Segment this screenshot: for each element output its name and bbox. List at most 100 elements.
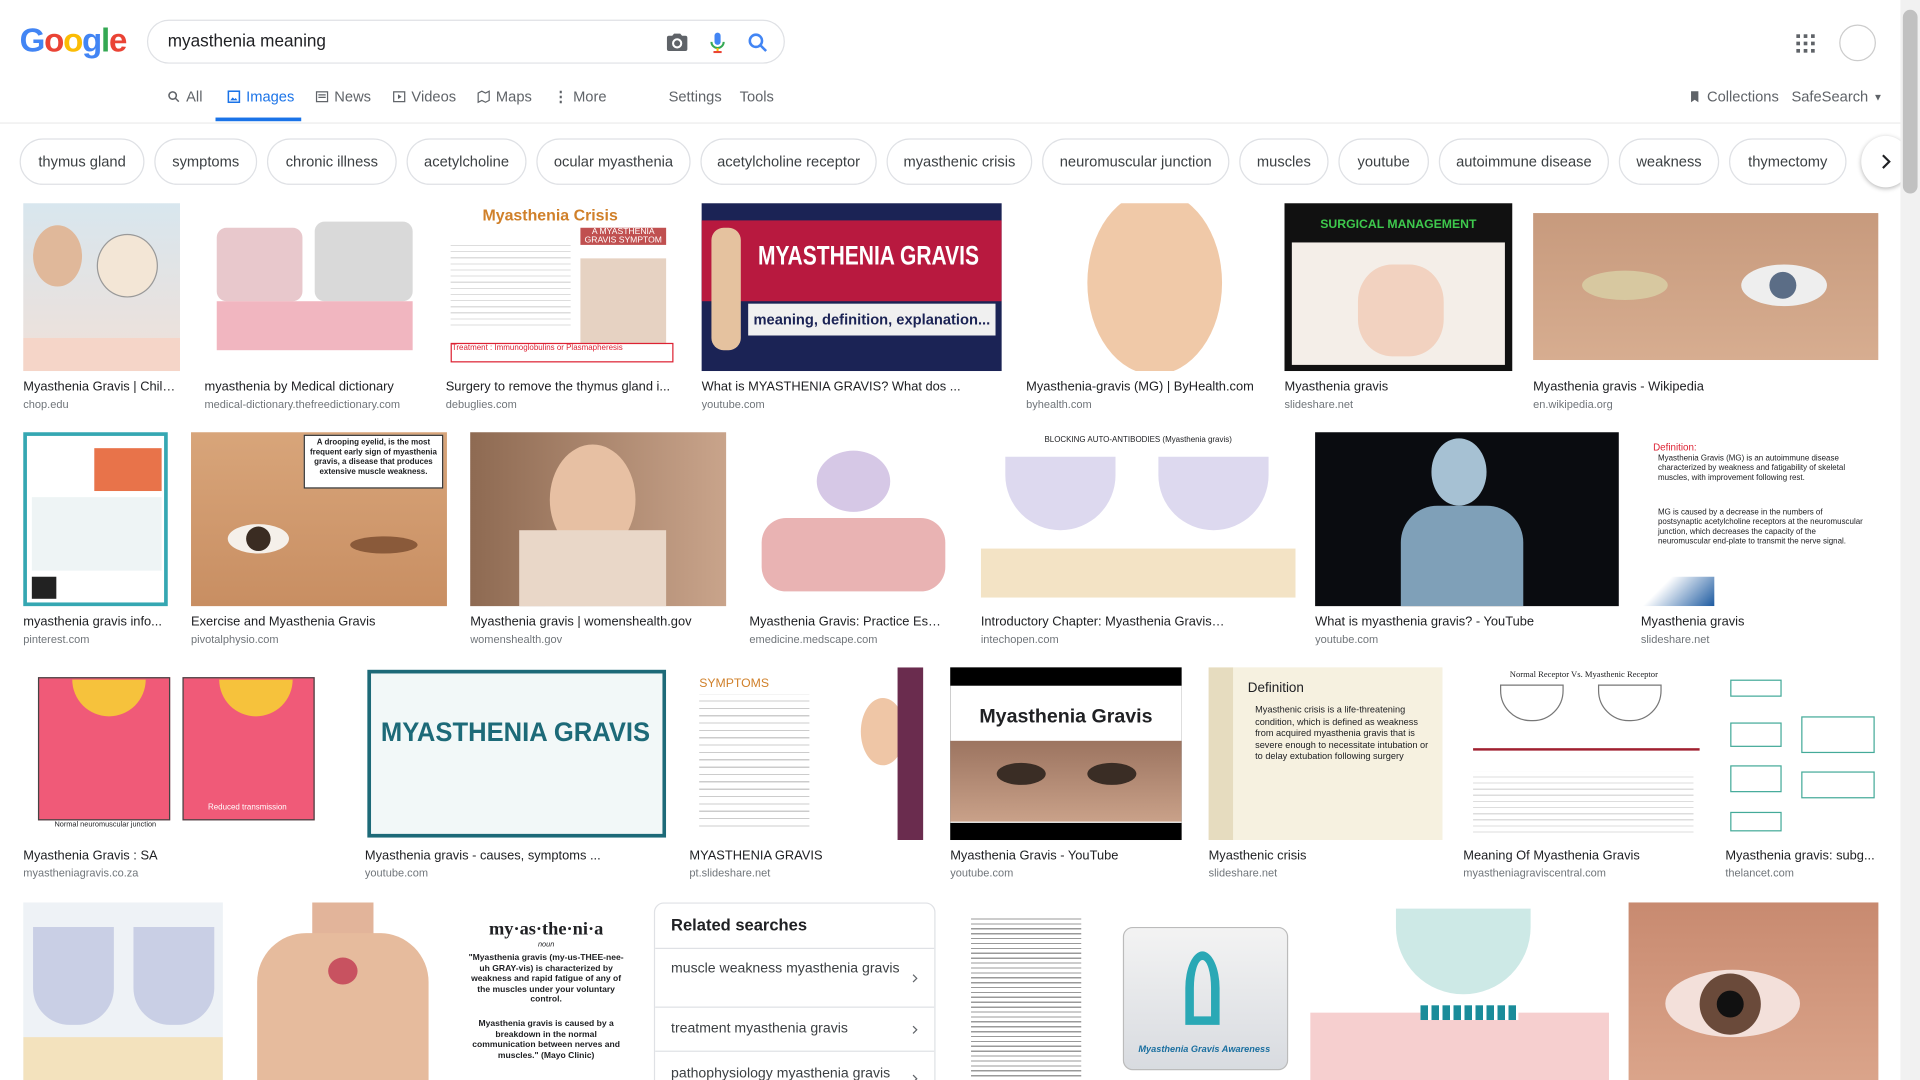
result-title[interactable]: Myasthenia gravis: subg... — [1725, 849, 1878, 864]
image-result[interactable] — [244, 902, 438, 1080]
result-thumbnail[interactable]: Myasthenia Gravis — [950, 667, 1182, 841]
page-scrollbar[interactable] — [1900, 0, 1920, 1080]
image-result[interactable]: Myasthenia gravis - Wikipedia en.wikiped… — [1533, 203, 1879, 417]
result-title[interactable]: Myasthenic crisis — [1209, 849, 1443, 864]
result-thumbnail[interactable] — [1533, 203, 1879, 372]
result-thumbnail[interactable] — [23, 203, 181, 372]
chip[interactable]: myasthenic crisis — [886, 138, 1033, 185]
tab-news[interactable]: News — [315, 88, 371, 105]
safesearch-button[interactable]: SafeSearch ▼ — [1791, 88, 1882, 105]
image-result[interactable]: Myasthenia Gravis: Practice Esse... emed… — [749, 432, 962, 652]
result-title[interactable]: Myasthenia-gravis (MG) | ByHealth.com — [1026, 380, 1261, 395]
image-result[interactable]: MYASTHENIA GRAVIS meaning, definition, e… — [701, 203, 1002, 417]
result-thumbnail[interactable]: SURGICAL MANAGEMENT — [1284, 203, 1513, 372]
result-thumbnail[interactable] — [1628, 902, 1879, 1080]
result-thumbnail[interactable] — [204, 203, 427, 372]
result-thumbnail[interactable]: Normal neuromuscular junction Reduced tr… — [23, 667, 341, 841]
image-result[interactable]: Myasthenia Gravis Awareness — [1117, 902, 1291, 1080]
result-thumbnail[interactable] — [23, 902, 223, 1080]
result-title[interactable]: Exercise and Myasthenia Gravis — [191, 615, 447, 630]
result-title[interactable]: What is myasthenia gravis? - YouTube — [1315, 615, 1619, 630]
result-title[interactable]: Myasthenia Gravis - YouTube — [950, 849, 1181, 864]
chip[interactable]: weakness — [1618, 138, 1720, 185]
related-search-item[interactable]: pathophysiology myasthenia gravis — [655, 1050, 935, 1080]
result-thumbnail[interactable]: SYMPTOMS — [689, 667, 924, 841]
image-result[interactable]: What is myasthenia gravis? - YouTube you… — [1315, 432, 1619, 652]
chip[interactable]: acetylcholine receptor — [700, 138, 877, 185]
search-input[interactable] — [167, 30, 634, 51]
related-search-item[interactable]: treatment myasthenia gravis — [655, 1006, 935, 1051]
image-result[interactable]: Myasthenia-gravis (MG) | ByHealth.com by… — [1026, 203, 1262, 417]
result-thumbnail[interactable]: Definition Myasthenic crisis is a life-t… — [1208, 667, 1443, 841]
result-thumbnail[interactable] — [749, 432, 962, 607]
search-icon[interactable] — [746, 31, 770, 55]
tab-maps[interactable]: Maps — [476, 88, 532, 105]
apps-grid-icon[interactable] — [1796, 34, 1818, 56]
related-search-item[interactable]: muscle weakness myasthenia gravis — [655, 947, 935, 1007]
image-result[interactable]: Definition: Myasthenia Gravis (MG) is an… — [1640, 432, 1879, 652]
google-logo[interactable]: Google — [20, 22, 128, 60]
result-thumbnail[interactable]: MYASTHENIA GRAVIS meaning, definition, e… — [701, 203, 1002, 372]
tab-settings[interactable]: Settings — [669, 88, 722, 105]
result-title[interactable]: Myasthenia Gravis: Practice Esse... — [749, 615, 945, 630]
search-box[interactable] — [146, 19, 785, 64]
result-title[interactable]: Surgery to remove the thymus gland i... — [446, 380, 679, 395]
chip[interactable]: neuromuscular junction — [1042, 138, 1230, 185]
image-result[interactable]: MYASTHENIA GRAVIS Myasthenia gravis - ca… — [364, 667, 667, 887]
image-result[interactable]: SYMPTOMS MYASTHENIA GRAVIS pt.slideshare… — [689, 667, 924, 887]
image-result[interactable] — [1310, 902, 1609, 1080]
chip[interactable]: acetylcholine — [406, 138, 527, 185]
image-result[interactable]: Normal Receptor Vs. Myasthenic Receptor … — [1463, 667, 1705, 887]
result-thumbnail[interactable]: A drooping eyelid, is the most frequent … — [191, 432, 447, 607]
image-result[interactable] — [23, 902, 223, 1080]
image-result[interactable]: Myasthenia Gravis | Child... chop.edu — [23, 203, 181, 417]
chip[interactable]: muscles — [1239, 138, 1329, 185]
result-thumbnail[interactable]: Myasthenia Gravis Awareness — [1117, 902, 1291, 1080]
result-title[interactable]: Myasthenia gravis - causes, symptoms ... — [365, 849, 666, 864]
image-result[interactable]: Definition Myasthenic crisis is a life-t… — [1208, 667, 1443, 887]
result-thumbnail[interactable] — [244, 902, 438, 1080]
result-thumbnail[interactable] — [23, 432, 168, 607]
result-thumbnail[interactable] — [953, 902, 1098, 1080]
scrollbar-thumb[interactable] — [1902, 9, 1918, 194]
image-result[interactable] — [1628, 902, 1879, 1080]
image-result[interactable]: SURGICAL MANAGEMENT Myasthenia gravis sl… — [1284, 203, 1513, 417]
image-result[interactable]: myasthenia gravis info... pinterest.com — [23, 432, 168, 652]
result-thumbnail[interactable]: MYASTHENIA GRAVIS — [364, 667, 667, 841]
image-result[interactable]: Myasthenia Crisis A MYASTHENIA GRAVIS SY… — [445, 203, 679, 417]
result-title[interactable]: Myasthenia gravis | womenshealth.gov — [470, 615, 726, 630]
chip[interactable]: thymectomy — [1728, 138, 1847, 185]
image-result[interactable]: my·as·the·ni·a noun "Myasthenia gravis (… — [457, 902, 635, 1080]
result-thumbnail[interactable] — [1725, 667, 1879, 841]
result-title[interactable]: myasthenia gravis info... — [23, 615, 167, 630]
collections-button[interactable]: Collections — [1687, 88, 1779, 105]
tab-videos[interactable]: Videos — [392, 88, 456, 105]
image-result[interactable]: myasthenia by Medical dictionary medical… — [204, 203, 427, 417]
chip[interactable]: symptoms — [154, 138, 258, 185]
chip[interactable]: autoimmune disease — [1438, 138, 1609, 185]
result-title[interactable]: Myasthenia gravis — [1285, 380, 1513, 395]
result-thumbnail[interactable]: BLOCKING AUTO-ANTIBODIES (Myasthenia gra… — [980, 432, 1296, 607]
image-result[interactable]: BLOCKING AUTO-ANTIBODIES (Myasthenia gra… — [980, 432, 1296, 652]
chip[interactable]: youtube — [1338, 138, 1429, 185]
camera-icon[interactable] — [665, 31, 689, 55]
result-title[interactable]: Myasthenia gravis — [1641, 615, 1879, 630]
account-avatar[interactable] — [1839, 24, 1876, 62]
image-result[interactable] — [953, 902, 1098, 1080]
chip[interactable]: ocular myasthenia — [536, 138, 691, 185]
result-title[interactable]: Meaning Of Myasthenia Gravis — [1463, 849, 1704, 864]
tab-more[interactable]: ⋮ More — [553, 88, 606, 105]
image-result[interactable]: A drooping eyelid, is the most frequent … — [191, 432, 447, 652]
image-result[interactable]: Myasthenia gravis: subg... thelancet.com — [1725, 667, 1879, 887]
result-thumbnail[interactable]: Myasthenia Crisis A MYASTHENIA GRAVIS SY… — [445, 203, 679, 372]
result-title[interactable]: What is MYASTHENIA GRAVIS? What dos ... — [702, 380, 1002, 395]
result-thumbnail[interactable]: my·as·the·ni·a noun "Myasthenia gravis (… — [457, 902, 635, 1080]
result-thumbnail[interactable] — [1310, 902, 1609, 1080]
result-thumbnail[interactable] — [1315, 432, 1619, 607]
result-thumbnail[interactable]: Normal Receptor Vs. Myasthenic Receptor — [1463, 667, 1705, 841]
image-result[interactable]: Normal neuromuscular junction Reduced tr… — [23, 667, 341, 887]
result-thumbnail[interactable] — [1026, 203, 1262, 372]
result-thumbnail[interactable]: Definition: Myasthenia Gravis (MG) is an… — [1640, 432, 1879, 607]
tab-images[interactable]: Images — [227, 88, 294, 105]
image-result[interactable]: Myasthenia gravis | womenshealth.gov wom… — [470, 432, 727, 652]
